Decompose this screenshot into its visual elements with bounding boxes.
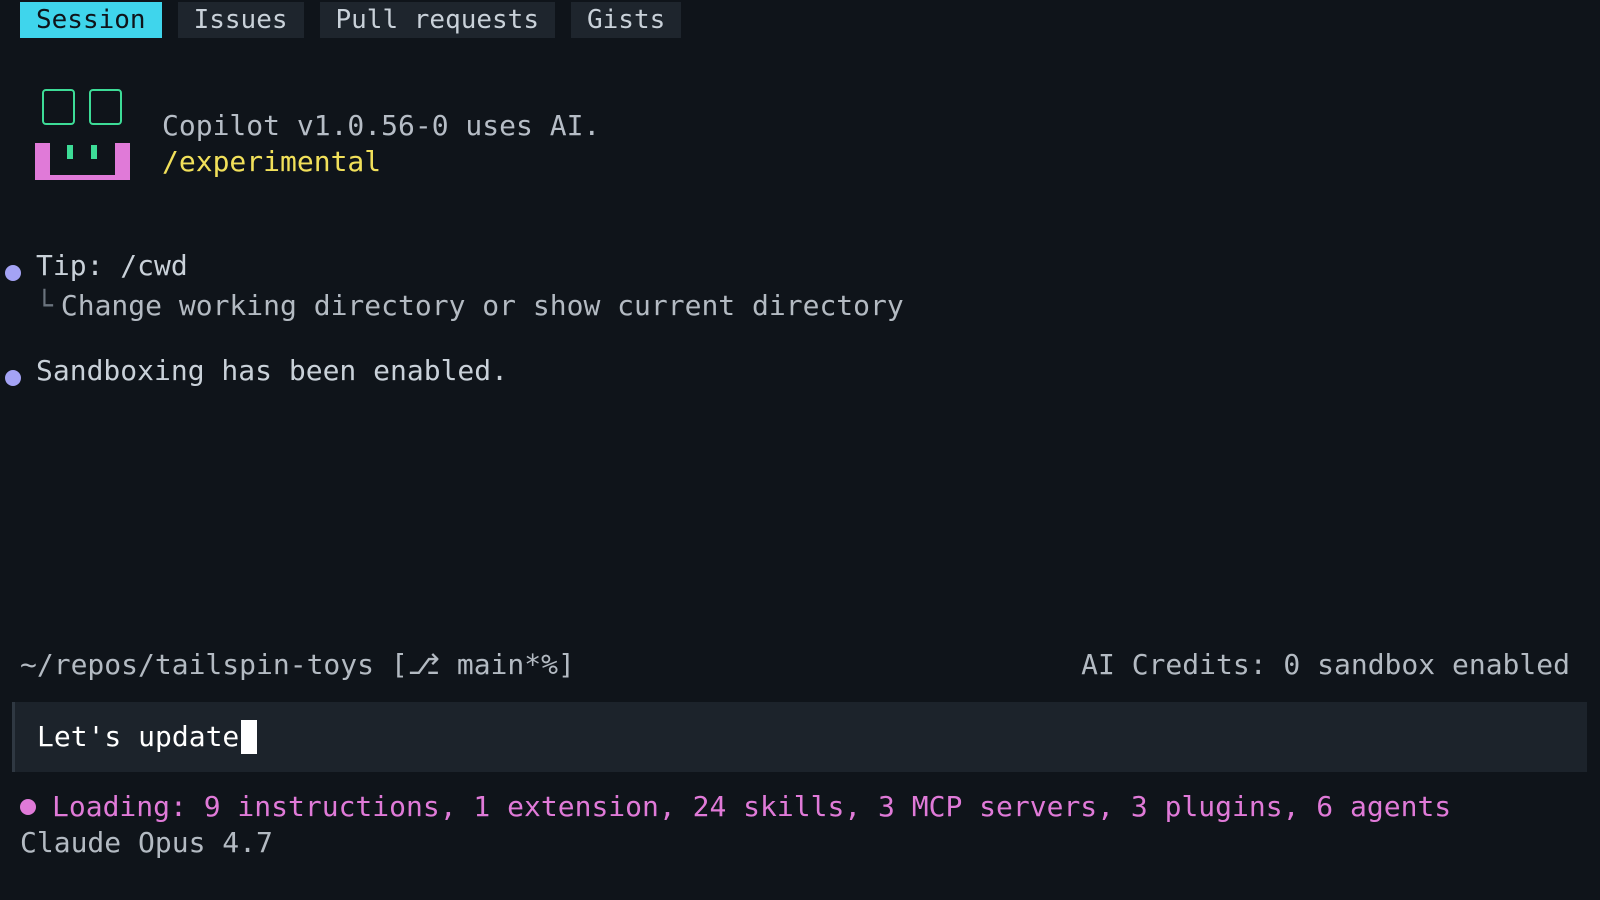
version-text: Copilot v1.0.56-0 uses AI. xyxy=(162,109,601,142)
sandbox-message: Sandboxing has been enabled. xyxy=(36,354,509,387)
tab-session[interactable]: Session xyxy=(20,2,162,38)
tab-issues[interactable]: Issues xyxy=(177,2,304,38)
tab-gists[interactable]: Gists xyxy=(571,2,682,38)
copilot-logo-icon xyxy=(35,89,130,180)
tip-detail: Change working directory or show current… xyxy=(60,289,904,322)
tab-pull-requests[interactable]: Pull requests xyxy=(319,2,555,38)
prompt-input-row[interactable]: Let's update xyxy=(37,718,258,756)
tip-title: Tip: /cwd xyxy=(36,249,188,282)
ai-credits-status: AI Credits: 0 sandbox enabled xyxy=(1081,648,1570,681)
prompt-input[interactable]: Let's update xyxy=(12,702,1587,772)
prompt-input-value[interactable]: Let's update xyxy=(37,718,239,756)
loading-status: Loading: 9 instructions, 1 extension, 24… xyxy=(20,790,1451,824)
model-name: Claude Opus 4.7 xyxy=(20,826,273,859)
loading-text: Loading: 9 instructions, 1 extension, 24… xyxy=(52,790,1452,823)
tab-bar: Session Issues Pull requests Gists xyxy=(20,2,682,38)
tip-detail-row: └ Change working directory or show curren… xyxy=(36,289,904,323)
tip-bullet-icon xyxy=(5,265,21,281)
working-directory: ~/repos/tailspin-toys [⎇ main*%] xyxy=(20,648,575,681)
experimental-label: /experimental xyxy=(162,145,382,178)
header: Copilot v1.0.56-0 uses AI. /experimental xyxy=(162,108,600,180)
text-cursor xyxy=(241,720,258,754)
tree-branch-icon: └ xyxy=(36,289,53,322)
loading-dot-icon xyxy=(20,799,36,815)
sandbox-bullet-icon xyxy=(5,370,21,386)
